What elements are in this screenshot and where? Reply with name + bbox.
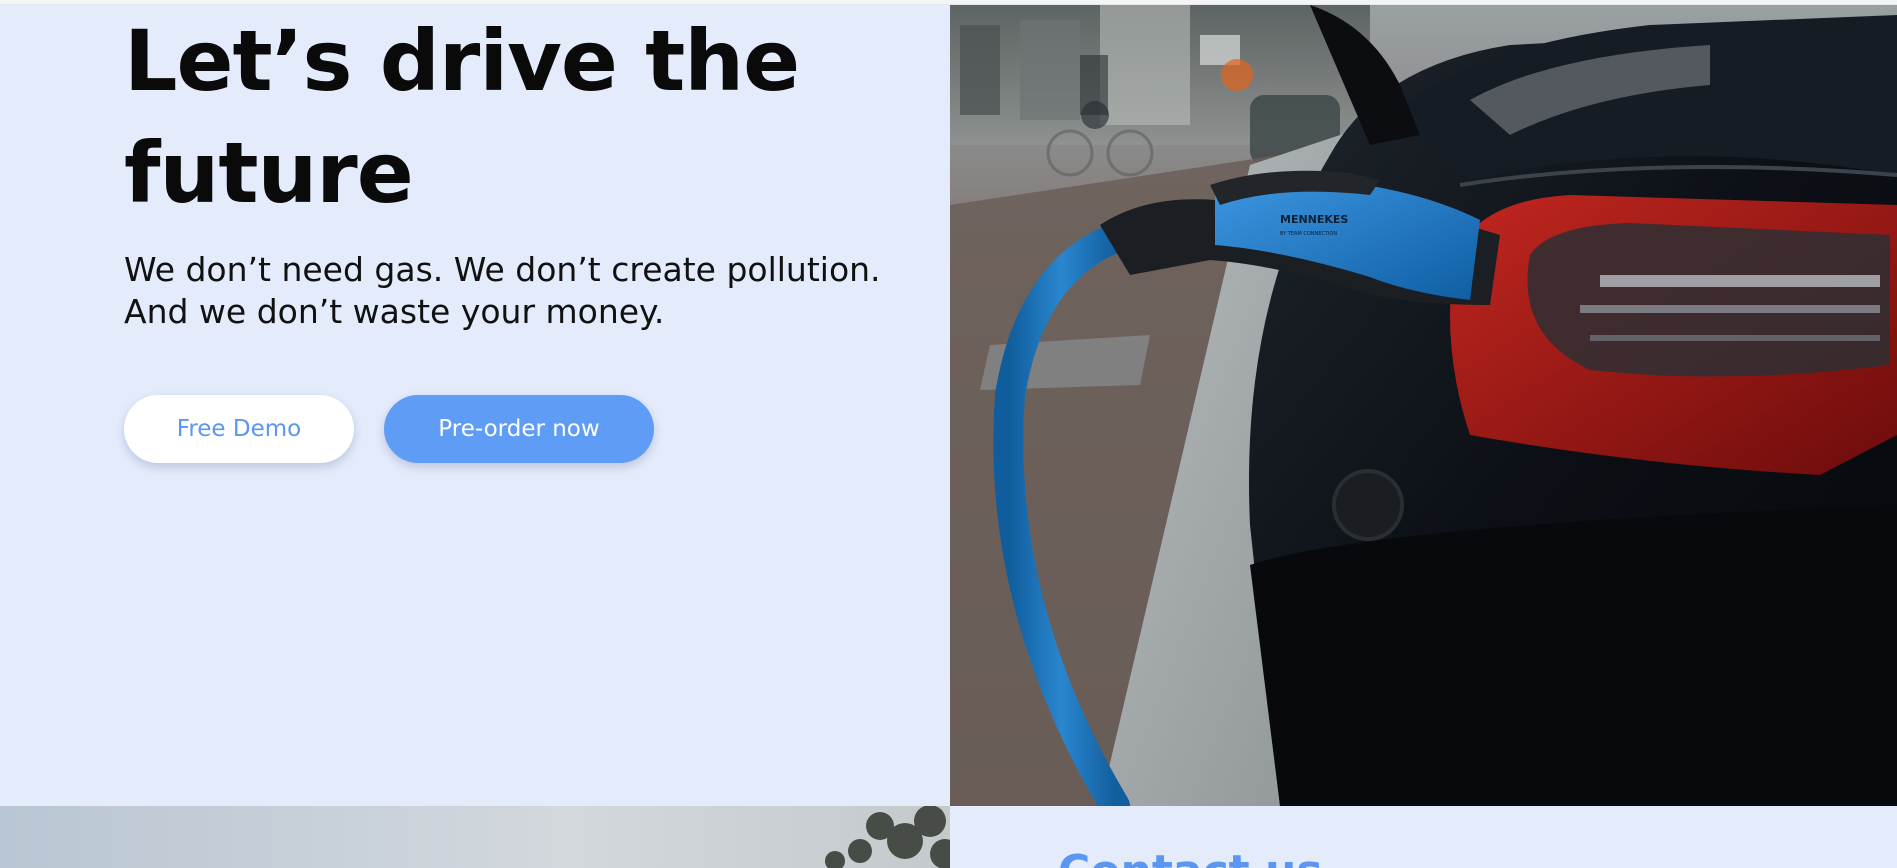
secondary-image-strip: [0, 806, 950, 868]
hero-image-ev-charging: MENNEKES BY TEAM CONNECTION: [950, 5, 1897, 806]
hero-subtitle: We don’t need gas. We don’t create pollu…: [124, 250, 881, 331]
hero-title: Let’s drive the future: [124, 12, 800, 222]
contact-heading: Contact us: [1058, 846, 1323, 868]
landing-page: Let’s drive the future We don’t need gas…: [0, 0, 1897, 868]
contact-section: Contact us: [950, 806, 1897, 868]
free-demo-button[interactable]: Free Demo: [124, 395, 354, 463]
plug-brand-label: MENNEKES: [1280, 213, 1348, 226]
plug-tagline-label: BY TEAM CONNECTION: [1280, 231, 1337, 237]
preorder-button[interactable]: Pre-order now: [384, 395, 654, 463]
hero-section: Let’s drive the future We don’t need gas…: [0, 5, 950, 806]
